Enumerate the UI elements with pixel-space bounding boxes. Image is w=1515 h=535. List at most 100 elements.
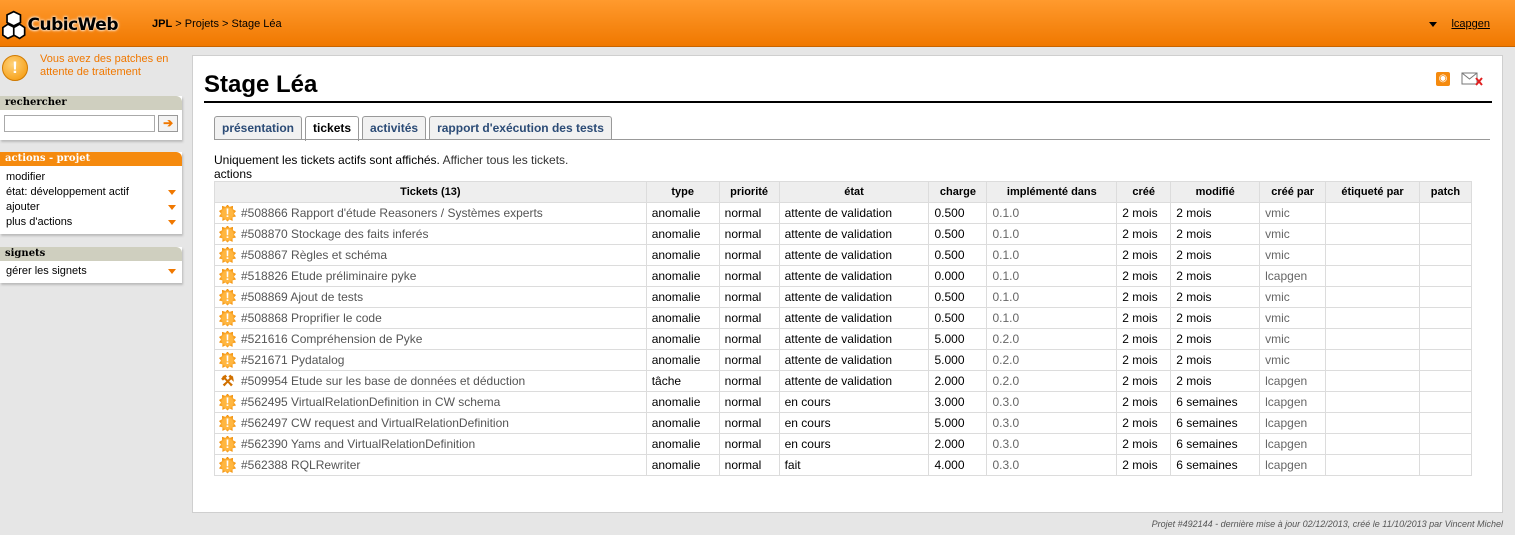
bug-icon (219, 414, 236, 432)
state-cell: attente de validation (778, 202, 930, 224)
breadcrumb-root[interactable]: JPL (152, 18, 172, 30)
version-cell[interactable]: 0.1.0 (986, 244, 1118, 266)
version-cell[interactable]: 0.1.0 (986, 223, 1118, 245)
action-more[interactable]: plus d'actions (0, 215, 182, 230)
column-header[interactable]: créé par (1259, 181, 1327, 203)
actions-box-title: actions - projet (0, 152, 182, 166)
ticket-link[interactable]: #562497 CW request and VirtualRelationDe… (241, 416, 509, 430)
version-cell[interactable]: 0.3.0 (986, 433, 1118, 455)
priority-cell: normal (718, 202, 780, 224)
version-cell[interactable]: 0.2.0 (986, 349, 1118, 371)
chevron-down-icon[interactable] (168, 220, 176, 225)
ticket-link[interactable]: #562390 Yams and VirtualRelationDefiniti… (241, 437, 475, 451)
ticket-link[interactable]: #518826 Etude préliminaire pyke (241, 269, 416, 283)
tagged-cell (1325, 349, 1420, 371)
column-header[interactable]: priorité (718, 181, 780, 203)
type-cell: anomalie (645, 433, 720, 455)
ticket-link[interactable]: #508870 Stockage des faits inferés (241, 227, 428, 241)
ticket-cell: #562390 Yams and VirtualRelationDefiniti… (214, 433, 647, 455)
creator-cell[interactable]: vmic (1259, 307, 1327, 329)
creator-cell[interactable]: vmic (1259, 349, 1327, 371)
tab-test-report[interactable]: rapport d'exécution des tests (429, 116, 612, 140)
type-cell: anomalie (645, 412, 720, 434)
user-link[interactable]: lcapgen (1451, 18, 1490, 30)
table-row: #508868 Proprifier le code anomalienormal… (214, 307, 1473, 329)
ticket-link[interactable]: #562495 VirtualRelationDefinition in CW … (241, 395, 500, 409)
column-header[interactable]: patch (1418, 181, 1473, 203)
chevron-down-icon[interactable] (168, 269, 176, 274)
tagged-cell (1325, 370, 1420, 392)
column-header[interactable]: étiqueté par (1325, 181, 1420, 203)
ticket-link[interactable]: #508868 Proprifier le code (241, 311, 382, 325)
ticket-link[interactable]: #521616 Compréhension de Pyke (241, 332, 422, 346)
creator-cell[interactable]: lcapgen (1259, 391, 1327, 413)
ticket-link[interactable]: #508869 Ajout de tests (241, 290, 363, 304)
cubicweb-logo[interactable]: CubicWeb (2, 6, 118, 44)
version-cell[interactable]: 0.2.0 (986, 328, 1118, 350)
action-modifier[interactable]: modifier (0, 170, 182, 185)
charge-cell: 0.500 (928, 202, 988, 224)
tagged-cell (1325, 412, 1420, 434)
bug-icon (219, 456, 236, 474)
mail-icon[interactable] (1461, 72, 1483, 86)
charge-cell: 2.000 (928, 370, 988, 392)
creator-cell[interactable]: lcapgen (1259, 265, 1327, 287)
search-input[interactable] (4, 115, 156, 132)
action-state[interactable]: état: développement actif (0, 185, 182, 200)
chevron-down-icon[interactable] (168, 205, 176, 210)
version-cell[interactable]: 0.1.0 (986, 265, 1118, 287)
version-cell[interactable]: 0.2.0 (986, 370, 1118, 392)
version-cell[interactable]: 0.1.0 (986, 202, 1118, 224)
ticket-cell: #508867 Règles et schéma (214, 244, 647, 266)
column-header[interactable]: créé (1116, 181, 1172, 203)
creator-cell[interactable]: vmic (1259, 286, 1327, 308)
version-cell[interactable]: 0.3.0 (986, 391, 1118, 413)
tab-activities[interactable]: activités (362, 116, 427, 140)
creator-cell[interactable]: lcapgen (1259, 370, 1327, 392)
creator-cell[interactable]: vmic (1259, 328, 1327, 350)
modified-cell: 2 mois (1170, 370, 1261, 392)
tab-tickets[interactable]: tickets (305, 116, 360, 141)
ticket-link[interactable]: #521671 Pydatalog (241, 353, 344, 367)
action-add[interactable]: ajouter (0, 200, 182, 215)
table-actions-link[interactable]: actions (214, 167, 252, 181)
version-cell[interactable]: 0.3.0 (986, 454, 1118, 476)
ticket-link[interactable]: #509954 Etude sur les base de données et… (241, 374, 525, 388)
column-header[interactable]: charge (928, 181, 988, 203)
ticket-link[interactable]: #562388 RQLRewriter (241, 458, 360, 472)
priority-cell: normal (718, 265, 780, 287)
column-header[interactable]: état (778, 181, 930, 203)
column-header[interactable]: type (645, 181, 720, 203)
ticket-link[interactable]: #508866 Rapport d'étude Reasoners / Syst… (241, 206, 543, 220)
patch-cell (1418, 391, 1473, 413)
show-all-tickets-link[interactable]: Afficher tous les tickets. (443, 153, 569, 167)
chevron-down-icon[interactable] (168, 190, 176, 195)
priority-cell: normal (718, 391, 780, 413)
creator-cell[interactable]: lcapgen (1259, 433, 1327, 455)
tagged-cell (1325, 265, 1420, 287)
column-header[interactable]: Tickets (13) (214, 181, 647, 203)
state-cell: attente de validation (778, 265, 930, 287)
manage-bookmarks[interactable]: gérer les signets (0, 264, 182, 279)
bug-icon (219, 225, 236, 243)
breadcrumb-path[interactable]: > Projets > Stage Léa (175, 18, 281, 30)
tagged-cell (1325, 454, 1420, 476)
version-cell[interactable]: 0.3.0 (986, 412, 1118, 434)
notice-text[interactable]: Vous avez des patches en attente de trai… (40, 53, 182, 79)
rss-icon[interactable]: ◉ (1436, 72, 1450, 86)
creator-cell[interactable]: vmic (1259, 244, 1327, 266)
ticket-link[interactable]: #508867 Règles et schéma (241, 248, 387, 262)
version-cell[interactable]: 0.1.0 (986, 307, 1118, 329)
creator-cell[interactable]: lcapgen (1259, 412, 1327, 434)
column-header[interactable]: modifié (1170, 181, 1261, 203)
creator-cell[interactable]: vmic (1259, 202, 1327, 224)
version-cell[interactable]: 0.1.0 (986, 286, 1118, 308)
warning-icon: ! (2, 55, 28, 81)
bug-icon (219, 267, 236, 285)
column-header[interactable]: implémenté dans (986, 181, 1118, 203)
creator-cell[interactable]: lcapgen (1259, 454, 1327, 476)
search-submit-button[interactable]: ➔ (158, 115, 178, 132)
tab-presentation[interactable]: présentation (214, 116, 303, 140)
creator-cell[interactable]: vmic (1259, 223, 1327, 245)
chevron-down-icon[interactable] (1429, 21, 1438, 27)
